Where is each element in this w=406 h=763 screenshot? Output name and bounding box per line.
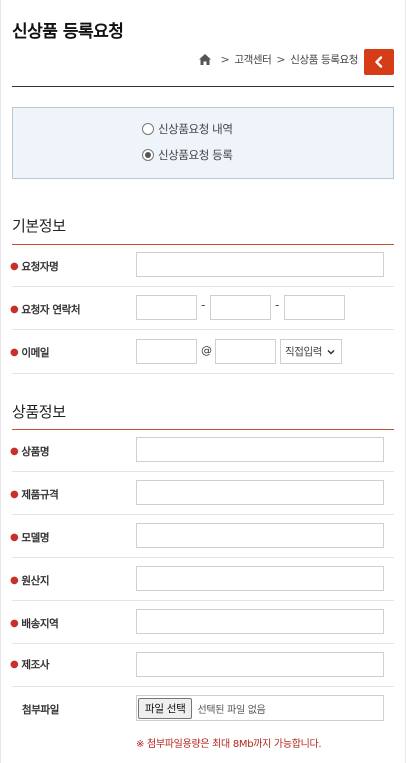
radio-request-history[interactable]: 신상품요청 내역 bbox=[142, 121, 233, 137]
requester-name-input[interactable] bbox=[136, 252, 384, 277]
radio-circle[interactable] bbox=[142, 123, 154, 135]
required-dot: ● bbox=[10, 304, 19, 315]
chevron-left-icon bbox=[375, 56, 383, 68]
phone-dash: - bbox=[275, 298, 280, 312]
select-value: 직접입력 bbox=[285, 346, 323, 358]
field-label-attachment: 첨부파일 bbox=[22, 704, 60, 716]
home-icon[interactable] bbox=[198, 53, 212, 66]
section-title-basic: 기본정보 bbox=[12, 217, 66, 235]
required-dot: ● bbox=[10, 575, 19, 586]
mode-selector bbox=[12, 107, 394, 179]
radio-circle[interactable] bbox=[142, 149, 154, 161]
email-id-input[interactable] bbox=[136, 339, 197, 364]
chevron-down-icon bbox=[327, 349, 335, 355]
product-name-input[interactable] bbox=[136, 437, 384, 462]
attachment-size-notice: ※ 첨부파일용량은 최대 8Mb까지 가능합니다. bbox=[136, 739, 322, 750]
breadcrumb: > 고객센터 > 신상품 등록요청 bbox=[198, 52, 358, 67]
email-domain-input[interactable] bbox=[215, 339, 276, 364]
phone-part2-input[interactable] bbox=[210, 295, 271, 320]
breadcrumb-separator: > bbox=[276, 53, 286, 66]
model-name-input[interactable] bbox=[136, 523, 384, 548]
section-title-product: 상품정보 bbox=[12, 403, 66, 421]
phone-part1-input[interactable] bbox=[136, 295, 197, 320]
phone-dash: - bbox=[201, 298, 206, 312]
required-dot: ● bbox=[10, 261, 19, 272]
radio-label: 신상품요청 내역 bbox=[158, 122, 233, 136]
required-dot: ● bbox=[10, 618, 19, 629]
product-spec-input[interactable] bbox=[136, 480, 384, 505]
field-label-delivery-area: ● 배송지역 bbox=[10, 618, 59, 630]
field-label-model: ● 모델명 bbox=[10, 532, 50, 544]
delivery-area-input[interactable] bbox=[136, 609, 384, 634]
radio-request-register[interactable]: 신상품요청 등록 bbox=[142, 147, 233, 163]
required-dot: ● bbox=[10, 659, 19, 670]
breadcrumb-separator: > bbox=[220, 53, 230, 66]
required-dot: ● bbox=[10, 532, 19, 543]
file-select-button[interactable]: 파일 선택 bbox=[138, 697, 193, 719]
required-dot: ● bbox=[10, 446, 19, 457]
file-status-text: 선택된 파일 없음 bbox=[197, 704, 266, 716]
field-label-spec: ● 제품규격 bbox=[10, 489, 59, 501]
title-divider bbox=[12, 86, 394, 87]
file-upload-field[interactable]: 파일 선택 선택된 파일 없음 bbox=[136, 695, 384, 721]
field-label-origin: ● 원산지 bbox=[10, 575, 50, 587]
field-label-product-name: ● 상품명 bbox=[10, 446, 50, 458]
field-label-name: ● 요청자명 bbox=[10, 261, 59, 273]
origin-input[interactable] bbox=[136, 566, 384, 591]
field-label-email: ● 이메일 bbox=[10, 347, 50, 359]
radio-label: 신상품요청 등록 bbox=[158, 148, 233, 162]
required-dot: ● bbox=[10, 489, 19, 500]
breadcrumb-item-current: 신상품 등록요청 bbox=[290, 54, 358, 66]
back-button[interactable] bbox=[364, 49, 394, 75]
field-label-phone: ● 요청자 연락처 bbox=[10, 304, 81, 316]
breadcrumb-item-customer-center[interactable]: 고객센터 bbox=[234, 52, 271, 67]
phone-part3-input[interactable] bbox=[284, 295, 345, 320]
email-at-sign: @ bbox=[201, 344, 212, 357]
manufacturer-input[interactable] bbox=[136, 652, 384, 677]
email-domain-select[interactable]: 직접입력 bbox=[280, 339, 342, 364]
page-title: 신상품 등록요청 bbox=[12, 22, 124, 42]
field-label-manufacturer: ● 제조사 bbox=[10, 659, 50, 671]
required-dot: ● bbox=[10, 347, 19, 358]
